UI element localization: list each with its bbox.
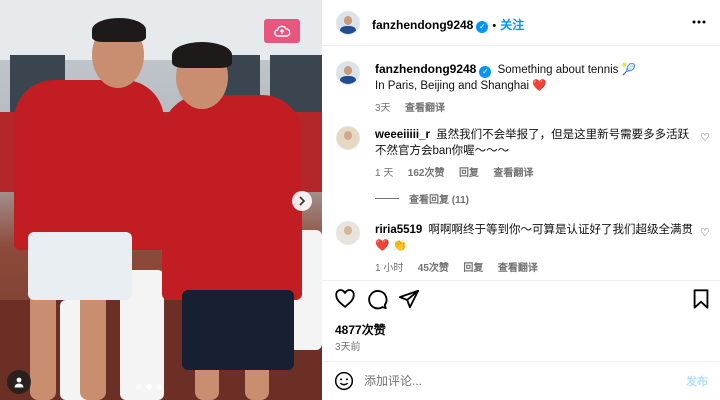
caption-translate-link[interactable]: 查看翻译 (405, 103, 445, 114)
comment-like-icon[interactable]: ♡ (700, 131, 710, 144)
share-icon[interactable] (398, 288, 420, 310)
comment-icon[interactable] (366, 288, 388, 310)
verified-badge-icon: ✓ (479, 66, 492, 78)
header-username[interactable]: fanzhendong9248 (372, 18, 473, 32)
follow-button[interactable]: 关注 (500, 16, 524, 33)
post-date: 3天前 (335, 342, 361, 353)
comment-like-icon[interactable]: ♡ (700, 226, 710, 239)
comment-item: riria5519 啊啊啊终于等到你～可算是认证好了我们超级全满贯 ❤️ 👏 1… (375, 222, 695, 276)
comment-avatar[interactable] (336, 126, 360, 150)
author-avatar[interactable] (336, 11, 360, 35)
caption-line1: Something about tennis 🎾 (497, 64, 636, 76)
emoji-icon[interactable] (334, 371, 354, 391)
chevron-right-icon (299, 196, 306, 206)
comment-reply-button[interactable]: 回复 (463, 263, 483, 274)
caption-block: fanzhendong9248 ✓ Something about tennis … (375, 61, 705, 116)
comment-text: 啊啊啊终于等到你～可算是认证好了我们超级全满贯 ❤️ 👏 (375, 224, 694, 252)
cloud-upload-icon (274, 25, 291, 37)
carousel-indicator (136, 384, 162, 390)
carousel-dot (156, 384, 162, 390)
carousel-dot-active (146, 384, 152, 390)
caption-line2: In Paris, Beijing and Shanghai ❤️ (375, 80, 547, 92)
comment-translate-link[interactable]: 查看翻译 (493, 168, 533, 179)
caption-time: 3天 (375, 103, 391, 114)
view-replies-link[interactable]: 查看回复 (11) (409, 191, 469, 206)
likes-count[interactable]: 4877次赞 (335, 321, 386, 338)
heart-icon[interactable] (334, 288, 356, 310)
post-actions (322, 288, 720, 310)
post-comment-button[interactable]: 发布 (686, 373, 708, 389)
comment-item: weeeiiiii_r 虽然我们不会举报了，但是这里新号需要多多活跃不然官方会b… (375, 127, 695, 181)
post-photo[interactable] (0, 0, 322, 400)
comment-likes[interactable]: 162次赞 (408, 168, 445, 179)
next-photo-button[interactable] (292, 191, 312, 211)
post-header: fanzhendong9248 ✓ • 关注 (322, 0, 720, 46)
comment-time: 1 天 (375, 168, 394, 179)
user-tag-button[interactable] (7, 370, 31, 394)
bookmark-icon[interactable] (690, 288, 712, 310)
post-side-panel: fanzhendong9248 ✓ • 关注 fanzhendong9248 ✓ … (322, 0, 720, 400)
comment-time: 1 小时 (375, 263, 404, 274)
view-replies-line (375, 198, 399, 199)
verified-badge-icon: ✓ (476, 20, 489, 33)
carousel-dot (136, 384, 142, 390)
user-tag-icon (14, 377, 24, 388)
comment-avatar[interactable] (336, 221, 360, 245)
comment-reply-button[interactable]: 回复 (459, 168, 479, 179)
view-replies[interactable]: 查看回复 (11) (375, 191, 469, 206)
comment-username[interactable]: riria5519 (375, 224, 422, 236)
comment-username[interactable]: weeeiiiii_r (375, 129, 430, 141)
comment-translate-link[interactable]: 查看翻译 (498, 263, 538, 274)
comment-bar: 发布 (322, 361, 720, 400)
caption-username[interactable]: fanzhendong9248 (375, 62, 476, 76)
more-horizontal-icon[interactable] (692, 20, 706, 24)
comment-input[interactable] (364, 371, 664, 391)
header-separator: • (492, 20, 497, 32)
comment-likes[interactable]: 45次赞 (418, 263, 449, 274)
caption-avatar[interactable] (336, 61, 360, 85)
cloud-upload-button[interactable] (264, 19, 300, 43)
actions-divider (322, 280, 720, 281)
